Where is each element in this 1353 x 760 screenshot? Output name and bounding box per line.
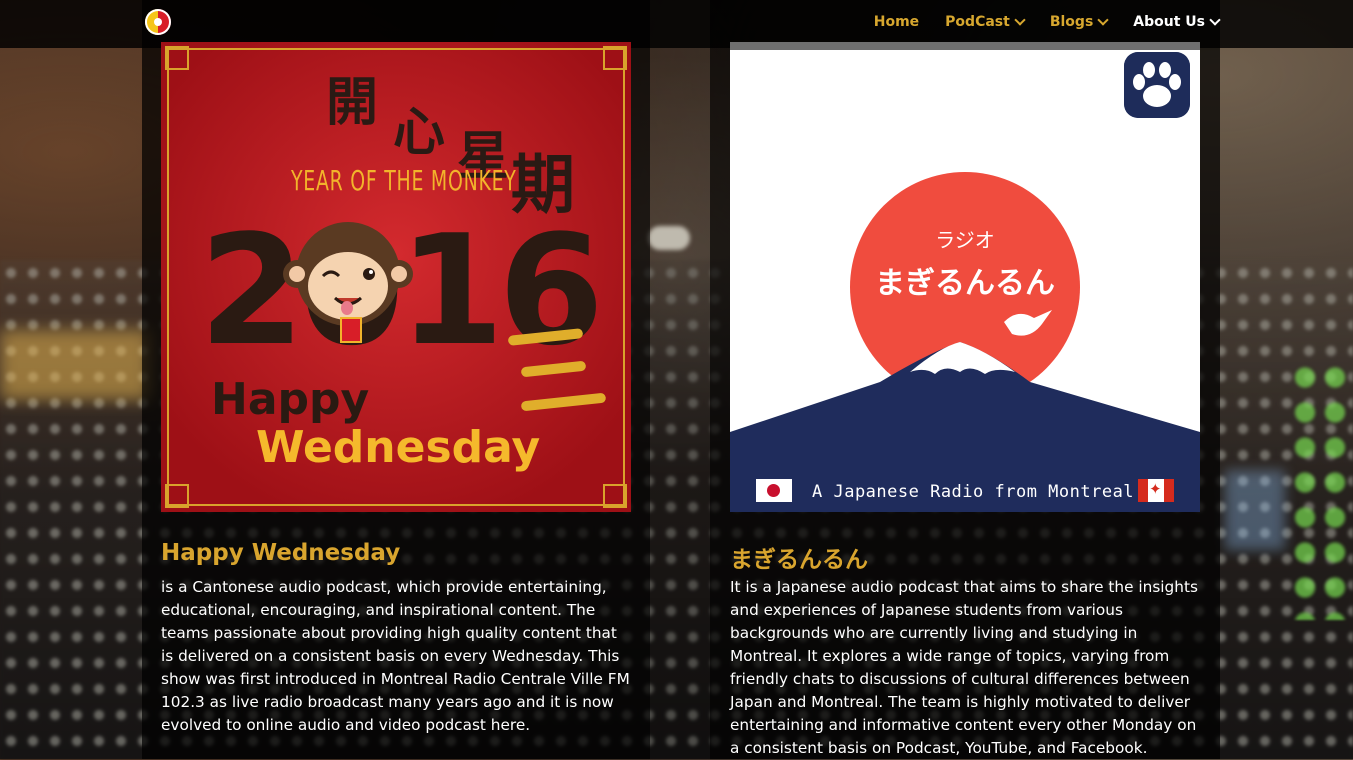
background-green-lights bbox=[1290, 360, 1350, 620]
magirunrun-poster[interactable]: ラジオ まぎるんるん A Japanese Radio from Montrea… bbox=[730, 42, 1200, 512]
poster-chinese-char: 心 bbox=[393, 103, 446, 163]
card-title-magirunrun[interactable]: まぎるんるん bbox=[730, 540, 868, 574]
nav-home-label: Home bbox=[873, 14, 920, 30]
nav-blogs[interactable]: Blogs bbox=[1049, 14, 1109, 30]
poster-subtitle: YEAR OF THE MONKEY bbox=[291, 164, 517, 197]
poster-top-bar bbox=[730, 42, 1200, 50]
chevron-down-icon bbox=[1014, 14, 1026, 26]
canada-flag-icon bbox=[1138, 479, 1174, 502]
poster-chinese-char: 開 bbox=[326, 73, 379, 133]
poster-wednesday-text: Wednesday bbox=[256, 422, 541, 473]
monkey-icon bbox=[283, 222, 413, 343]
happy-wednesday-poster[interactable]: 開心星期 YEAR OF THE MONKEY 2016 Happy Wedne… bbox=[161, 42, 631, 512]
nav-home[interactable]: Home bbox=[874, 14, 919, 30]
bird-icon bbox=[1004, 310, 1052, 336]
chevron-down-icon bbox=[1209, 14, 1221, 26]
poster-big-text: まぎるんるん bbox=[875, 266, 1055, 301]
chevron-down-icon bbox=[1097, 14, 1109, 26]
frame-corner bbox=[603, 46, 627, 70]
main-nav: Home PodCast Blogs About Us bbox=[874, 14, 1221, 30]
card-title-happy-wednesday[interactable]: Happy Wednesday bbox=[161, 540, 400, 566]
japan-flag-icon bbox=[756, 479, 792, 502]
nav-podcast[interactable]: PodCast bbox=[945, 14, 1026, 30]
nav-podcast-label: PodCast bbox=[945, 14, 1010, 30]
frame-corner bbox=[165, 46, 189, 70]
frame-corner bbox=[603, 484, 627, 508]
poster-tagline: A Japanese Radio from Montreal bbox=[812, 482, 1135, 502]
nav-about-us-label: About Us bbox=[1133, 14, 1205, 30]
column-gutter bbox=[650, 0, 710, 759]
nav-about-us[interactable]: About Us bbox=[1133, 14, 1221, 30]
frame-corner bbox=[165, 484, 189, 508]
background-glow bbox=[1225, 470, 1285, 550]
card-description-happy-wednesday: is a Cantonese audio podcast, which prov… bbox=[161, 578, 630, 734]
site-logo[interactable] bbox=[145, 9, 171, 35]
paw-icon bbox=[1124, 52, 1190, 118]
background-glow bbox=[0, 330, 150, 400]
poster-small-text: ラジオ bbox=[935, 228, 995, 252]
nav-blogs-label: Blogs bbox=[1049, 14, 1094, 30]
poster-happy-text: Happy bbox=[211, 374, 370, 425]
site-header: Home PodCast Blogs About Us bbox=[0, 0, 1353, 48]
card-description-magirunrun: It is a Japanese audio podcast that aims… bbox=[730, 578, 1198, 757]
